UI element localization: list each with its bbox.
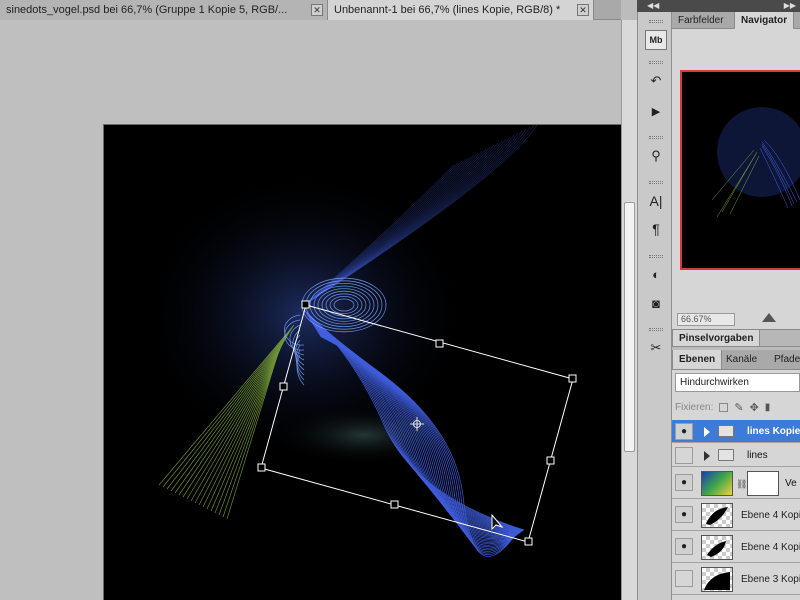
layer-name: Ebene 3 Kopie	[741, 574, 800, 585]
layer-row-ebene-4-kopie[interactable]: ● Ebene 4 Kopie	[672, 500, 800, 531]
tab-sinedots-vogel[interactable]: sinedots_vogel.psd bei 66,7% (Gruppe 1 K…	[0, 0, 328, 20]
tool-presets-icon[interactable]: ⚲	[645, 146, 667, 166]
expand-group-icon[interactable]	[704, 427, 710, 437]
tab-farbfelder[interactable]: Farbfelder	[672, 12, 730, 29]
grip-handle[interactable]	[649, 20, 663, 23]
lock-transparency-icon[interactable]	[719, 402, 729, 412]
history-icon[interactable]: ↶	[645, 71, 667, 91]
navigator-preview[interactable]	[680, 70, 800, 270]
chain-link-icon[interactable]: ⛓	[736, 479, 747, 490]
layer-row-ebene-3-kopie[interactable]: Ebene 3 Kopie	[672, 564, 800, 595]
expand-icon[interactable]: ▶▶	[784, 0, 796, 12]
tab-ebenen[interactable]: Ebenen	[672, 350, 723, 369]
document-tab-bar: sinedots_vogel.psd bei 66,7% (Gruppe 1 K…	[0, 0, 621, 20]
layer-name: lines Kopie	[747, 426, 800, 437]
grip-handle[interactable]	[649, 136, 663, 139]
grip-handle[interactable]	[649, 328, 663, 331]
grip-handle[interactable]	[649, 255, 663, 258]
lock-label: Fixieren:	[675, 401, 714, 413]
navigator-preview-artwork	[711, 107, 800, 218]
layers-tab-bar: Ebenen Kanäle Pfade	[672, 350, 800, 370]
folder-icon	[718, 449, 734, 461]
tab-title: Unbenannt-1 bei 66,7% (lines Kopie, RGB/…	[334, 4, 561, 16]
brush-presets-panel-header: Pinselvorgaben	[672, 329, 800, 347]
clone-source-icon[interactable]: ✂	[645, 338, 667, 358]
close-tab-icon[interactable]: ✕	[577, 4, 589, 16]
actions-icon[interactable]: ▶	[645, 101, 667, 121]
layer-row-ebene-4-kopie-2[interactable]: ● Ebene 4 Kopie	[672, 532, 800, 563]
dock-header: ◀◀	[637, 0, 672, 12]
layer-thumbnail	[701, 535, 733, 560]
visibility-eye-icon[interactable]: ●	[675, 538, 693, 555]
visibility-toggle[interactable]	[675, 447, 693, 464]
expand-group-icon[interactable]	[704, 451, 710, 461]
layer-row-adjustment[interactable]: ● ⛓ Ve	[672, 468, 800, 499]
tab-unbenannt-1[interactable]: Unbenannt-1 bei 66,7% (lines Kopie, RGB/…	[328, 0, 594, 20]
layer-row-lines-kopie[interactable]: ● lines Kopie	[672, 420, 800, 443]
grip-handle[interactable]	[649, 61, 663, 64]
layer-row-lines[interactable]: lines	[672, 444, 800, 467]
grip-handle[interactable]	[649, 181, 663, 184]
visibility-toggle[interactable]	[675, 570, 693, 587]
visibility-eye-icon[interactable]: ●	[675, 423, 693, 440]
blend-mode-select[interactable]: Hindurchwirken	[675, 373, 800, 392]
zoom-out-icon[interactable]	[762, 313, 776, 322]
folder-icon	[718, 425, 734, 437]
tab-kanaele[interactable]: Kanäle	[720, 350, 763, 369]
panel-dock-strip: Mb ↶ ▶ ⚲ A| ¶ ◐ ◙ ✂	[637, 12, 672, 600]
lock-position-icon[interactable]: ✥	[750, 401, 759, 414]
tab-title: sinedots_vogel.psd bei 66,7% (Gruppe 1 K…	[6, 4, 288, 16]
mini-bridge-icon[interactable]: Mb	[645, 30, 667, 50]
paragraph-icon[interactable]: ¶	[645, 219, 667, 239]
layer-name: lines	[747, 450, 768, 461]
visibility-eye-icon[interactable]: ●	[675, 474, 693, 491]
layer-thumbnail	[701, 503, 733, 528]
tab-pinselvorgaben[interactable]: Pinselvorgaben	[672, 330, 761, 346]
tab-navigator[interactable]: Navigator	[734, 12, 795, 29]
layer-thumbnail	[701, 567, 733, 592]
panel-header: ▶▶	[672, 0, 800, 12]
lock-row: Fixieren: ✎ ✥ ▮	[675, 397, 800, 417]
collapse-icon[interactable]: ◀◀	[647, 0, 659, 12]
zoom-level-field[interactable]: 66.67%	[677, 313, 735, 326]
visibility-eye-icon[interactable]: ●	[675, 506, 693, 523]
layer-name: Ebene 4 Kopie	[741, 510, 800, 521]
vertical-scrollbar[interactable]	[621, 20, 637, 600]
layer-name: Ve	[785, 478, 797, 489]
canvas-artwork	[134, 125, 577, 557]
character-icon[interactable]: A|	[645, 191, 667, 211]
document-canvas[interactable]	[103, 124, 621, 600]
navigator-tab-bar: Farbfelder Navigator	[672, 12, 800, 29]
adjustment-thumbnail	[701, 471, 733, 496]
masks-icon[interactable]: ◙	[645, 293, 667, 313]
lock-all-icon[interactable]: ▮	[765, 402, 771, 413]
lock-pixels-icon[interactable]: ✎	[734, 401, 743, 414]
close-tab-icon[interactable]: ✕	[311, 4, 323, 16]
adjustments-icon[interactable]: ◐	[645, 264, 667, 284]
tab-pfade[interactable]: Pfade	[768, 350, 800, 369]
scrollbar-thumb[interactable]	[624, 202, 635, 452]
mask-thumbnail[interactable]	[747, 471, 779, 496]
layer-name: Ebene 4 Kopie	[741, 542, 800, 553]
